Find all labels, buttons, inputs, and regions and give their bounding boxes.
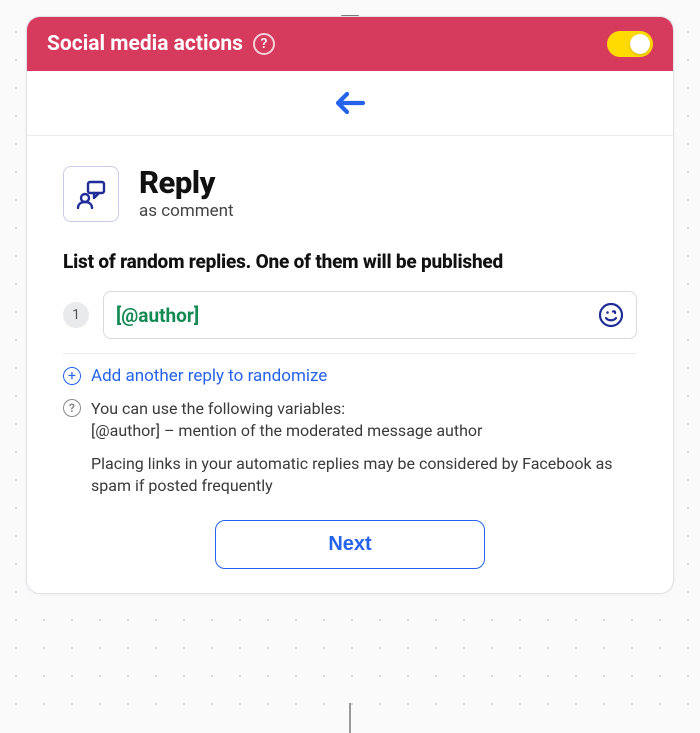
add-reply-button[interactable]: + Add another reply to randomize bbox=[63, 366, 637, 386]
reply-comment-icon bbox=[63, 166, 119, 222]
enable-toggle[interactable] bbox=[607, 31, 653, 57]
divider bbox=[63, 353, 637, 354]
help-icon[interactable]: ? bbox=[253, 33, 275, 55]
hint-line-2: [@author] – mention of the moderated mes… bbox=[91, 420, 637, 442]
variables-hint: ? You can use the following variables: [… bbox=[63, 398, 637, 441]
back-row bbox=[27, 71, 673, 136]
help-icon: ? bbox=[63, 399, 81, 417]
reply-title: Reply bbox=[139, 167, 234, 200]
reply-input-wrap bbox=[103, 291, 637, 339]
toggle-knob bbox=[630, 34, 650, 54]
reply-header: Reply as comment bbox=[63, 166, 637, 222]
action-card: Social media actions ? Reply bbox=[26, 16, 674, 594]
plus-circle-icon: + bbox=[63, 367, 81, 385]
add-reply-label: Add another reply to randomize bbox=[91, 366, 327, 386]
card-title: Social media actions bbox=[47, 32, 243, 56]
card-header: Social media actions ? bbox=[27, 17, 673, 71]
reply-row: 1 bbox=[63, 291, 637, 339]
reply-subtitle: as comment bbox=[139, 201, 234, 221]
hint-line-1: You can use the following variables: bbox=[91, 398, 637, 420]
reply-input[interactable] bbox=[116, 304, 598, 327]
emoji-picker-icon[interactable] bbox=[598, 302, 624, 328]
replies-section-label: List of random replies. One of them will… bbox=[63, 250, 637, 273]
next-button[interactable]: Next bbox=[215, 520, 485, 569]
reply-index-badge: 1 bbox=[63, 302, 89, 328]
back-arrow-icon[interactable] bbox=[333, 89, 367, 121]
spam-warning: Placing links in your automatic replies … bbox=[91, 453, 637, 496]
node-connector-out bbox=[349, 703, 351, 733]
